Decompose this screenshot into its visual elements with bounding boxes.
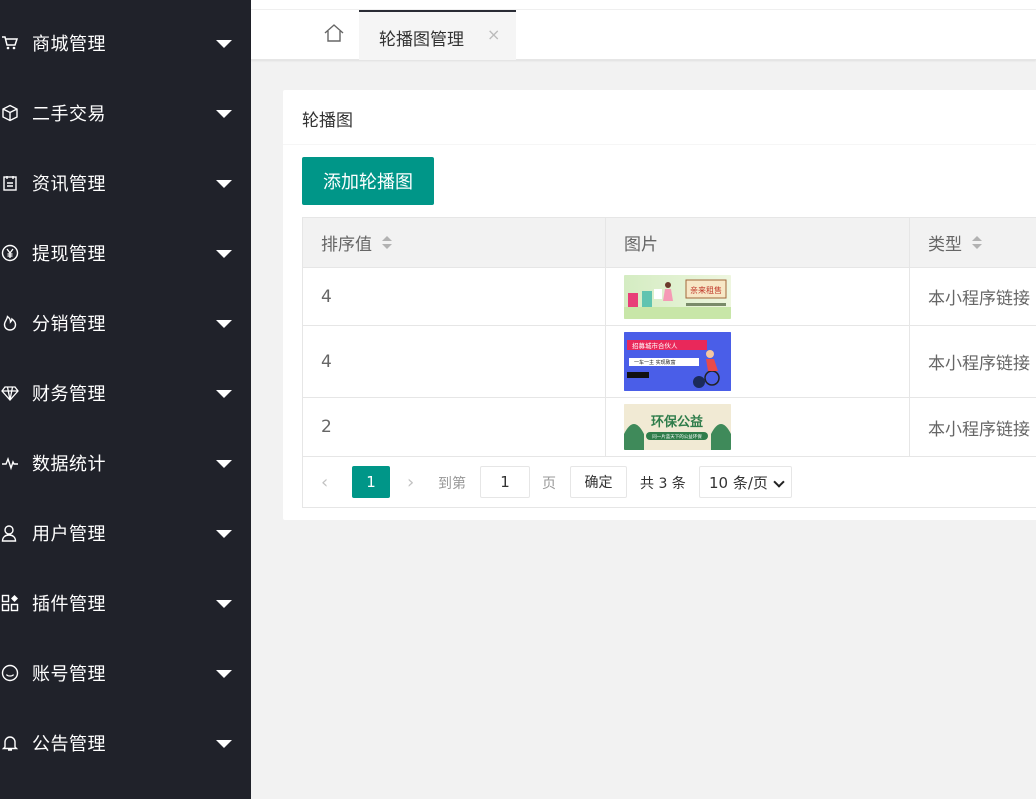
prev-page-button[interactable]: ‹ — [321, 472, 328, 493]
user-icon — [0, 523, 20, 543]
column-header-image: 图片 — [606, 218, 910, 267]
card-title: 轮播图 — [302, 111, 353, 131]
banner-thumbnail[interactable]: 招募城市合伙人 一车一主 实现致富 — [624, 332, 731, 391]
yen-icon — [0, 243, 20, 263]
banner-text: 招募城市合伙人 — [632, 341, 678, 350]
pagination: ‹ 1 › 到第 页 确定 共 3 条 10 条/页 — [303, 457, 1036, 507]
sidebar-item-label: 公告管理 — [32, 734, 106, 755]
sidebar-item-users[interactable]: 用户管理 — [0, 508, 251, 558]
chevron-down-icon — [216, 320, 232, 328]
column-header-type[interactable]: 类型 — [910, 218, 1036, 267]
banner-text: 亲来租售 — [690, 285, 722, 295]
sidebar-item-plugins[interactable]: 插件管理 — [0, 578, 251, 628]
goto-label: 到第 — [438, 476, 466, 492]
chevron-down-icon — [216, 740, 232, 748]
sidebar-item-accounts[interactable]: 账号管理 — [0, 648, 251, 698]
sort-value: 2 — [303, 398, 606, 456]
table-row: 4 亲来租售 本小程序链接 — [303, 268, 1036, 326]
smile-icon — [0, 663, 20, 683]
sidebar-item-secondhand[interactable]: 二手交易 — [0, 88, 251, 138]
sidebar-item-label: 数据统计 — [32, 454, 106, 475]
card-header: 轮播图 — [283, 90, 1036, 145]
sort-value: 4 — [303, 326, 606, 397]
image-cell: 亲来租售 — [606, 268, 910, 325]
box-icon — [0, 103, 20, 123]
type-value: 本小程序链接 — [928, 419, 1030, 440]
chevron-down-icon — [216, 180, 232, 188]
type-value: 本小程序链接 — [928, 354, 1030, 374]
tab-label: 轮播图管理 — [379, 30, 464, 50]
sort-icon[interactable] — [972, 235, 982, 250]
carousel-table: 排序值 图片 类型 4 亲来租售 本小程序链接 4 招募城市合伙人 一车一主 实… — [302, 217, 1036, 508]
chevron-down-icon — [773, 476, 785, 488]
diamond-icon — [0, 383, 20, 403]
sidebar-item-notices[interactable]: 公告管理 — [0, 718, 251, 768]
sidebar-item-label: 财务管理 — [32, 384, 106, 405]
sort-value: 4 — [303, 268, 606, 325]
page-size-select[interactable]: 10 条/页 — [699, 466, 792, 498]
table-row: 2 环保公益 同一片蓝天下的公益环保 本小程序链接 — [303, 398, 1036, 457]
sort-icon[interactable] — [382, 235, 392, 250]
header-label: 类型 — [928, 235, 962, 255]
sidebar-item-mall[interactable]: 商城管理 — [0, 18, 251, 68]
close-icon[interactable]: × — [487, 25, 500, 44]
tab-home[interactable] — [309, 10, 359, 60]
goto-page-input[interactable] — [480, 466, 530, 498]
banner-text: 环保公益 — [651, 414, 703, 430]
chevron-down-icon — [216, 250, 232, 258]
pulse-icon — [0, 453, 20, 473]
total-count: 共 3 条 — [640, 476, 686, 492]
next-page-button[interactable]: › — [407, 472, 414, 493]
sidebar-item-label: 账号管理 — [32, 664, 106, 685]
table-row: 4 招募城市合伙人 一车一主 实现致富 本小程序链接 — [303, 326, 1036, 398]
cart-icon — [0, 33, 20, 53]
document-icon — [0, 173, 20, 193]
sidebar: 商城管理 二手交易 资讯管理 提现管理 分销管理 财务管理 数据统计 用户管理 … — [0, 0, 251, 799]
chevron-down-icon — [216, 530, 232, 538]
chevron-down-icon — [216, 600, 232, 608]
sidebar-item-distribution[interactable]: 分销管理 — [0, 298, 251, 348]
banner-text: 同一片蓝天下的公益环保 — [652, 433, 702, 440]
column-header-sort[interactable]: 排序值 — [303, 218, 606, 267]
sidebar-item-label: 商城管理 — [32, 34, 106, 55]
tab-carousel-management[interactable]: 轮播图管理 × — [359, 10, 516, 60]
sidebar-item-label: 二手交易 — [32, 104, 106, 125]
sidebar-item-statistics[interactable]: 数据统计 — [0, 438, 251, 488]
sidebar-item-label: 用户管理 — [32, 524, 106, 545]
apps-icon — [0, 593, 20, 613]
chevron-down-icon — [216, 40, 232, 48]
sidebar-item-finance[interactable]: 财务管理 — [0, 368, 251, 418]
current-page[interactable]: 1 — [352, 466, 390, 498]
image-cell: 环保公益 同一片蓝天下的公益环保 — [606, 398, 910, 456]
chevron-down-icon — [216, 460, 232, 468]
type-value: 本小程序链接 — [928, 289, 1030, 309]
bell-icon — [0, 733, 20, 753]
banner-thumbnail[interactable]: 亲来租售 — [624, 274, 731, 319]
page-label: 页 — [542, 476, 556, 492]
page-size-value: 10 条/页 — [709, 473, 768, 492]
home-icon — [323, 23, 345, 47]
tab-bar: 轮播图管理 × — [251, 10, 1036, 60]
top-header — [251, 0, 1036, 10]
chevron-down-icon — [216, 670, 232, 678]
sidebar-item-withdraw[interactable]: 提现管理 — [0, 228, 251, 278]
header-label: 图片 — [624, 235, 658, 255]
chevron-down-icon — [216, 110, 232, 118]
sidebar-item-label: 提现管理 — [32, 244, 106, 265]
image-cell: 招募城市合伙人 一车一主 实现致富 — [606, 326, 910, 397]
table-header: 排序值 图片 类型 — [303, 218, 1036, 268]
header-label: 排序值 — [321, 235, 372, 255]
chevron-down-icon — [216, 390, 232, 398]
sidebar-item-label: 资讯管理 — [32, 174, 106, 195]
banner-thumbnail[interactable]: 环保公益 同一片蓝天下的公益环保 — [624, 404, 731, 450]
goto-confirm-button[interactable]: 确定 — [570, 466, 627, 498]
fire-icon — [0, 313, 20, 333]
add-carousel-button[interactable]: 添加轮播图 — [302, 157, 434, 205]
sidebar-item-label: 分销管理 — [32, 314, 106, 335]
sidebar-item-news[interactable]: 资讯管理 — [0, 158, 251, 208]
carousel-card: 轮播图 添加轮播图 排序值 图片 类型 4 亲来租售 本小程序链接 4 招募城市… — [283, 90, 1036, 520]
sidebar-item-label: 插件管理 — [32, 594, 106, 615]
banner-text: 一车一主 实现致富 — [634, 359, 676, 366]
